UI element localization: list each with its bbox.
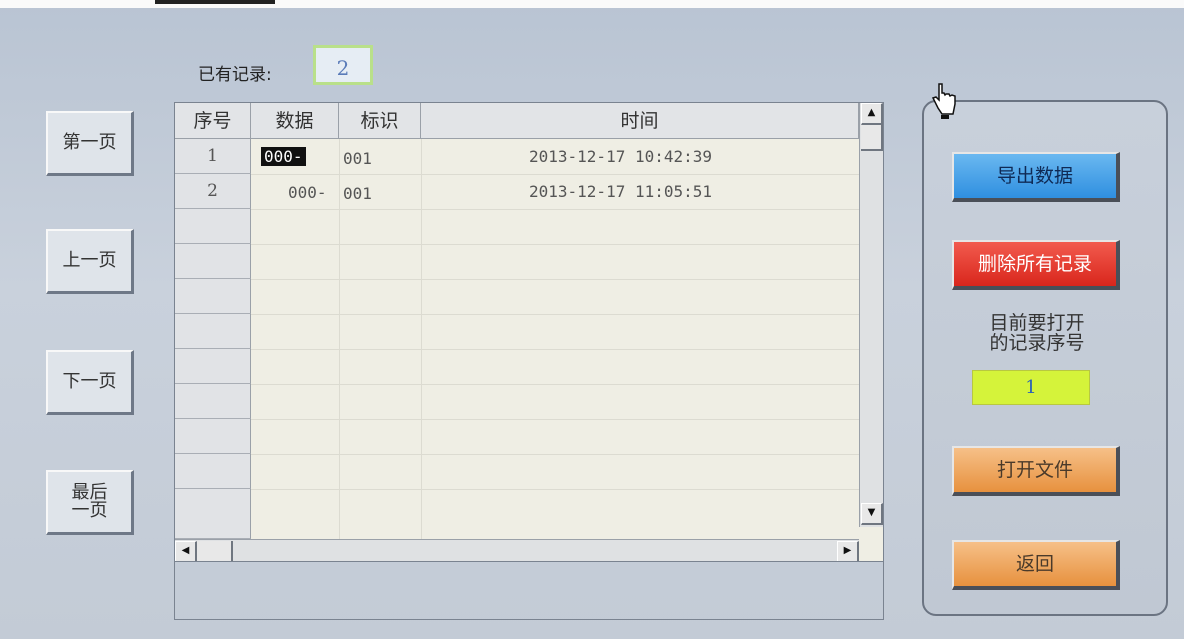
row-number-empty — [175, 314, 251, 349]
horizontal-scroll-thumb[interactable] — [197, 541, 233, 561]
grid-line — [251, 244, 859, 245]
delete-all-records-button[interactable]: 删除所有记录 — [952, 240, 1120, 290]
prev-page-button[interactable]: 上一页 — [46, 229, 134, 294]
horizontal-scrollbar[interactable] — [175, 539, 859, 561]
cell-flag-row2[interactable]: 001 — [343, 184, 372, 203]
row-number-empty — [175, 384, 251, 419]
row-number-empty — [175, 279, 251, 314]
records-table[interactable]: 序号 数据 标识 时间 1 2 000- 001 2013-12-17 10:4… — [174, 102, 884, 562]
grid-line — [251, 314, 859, 315]
row-number-empty — [175, 244, 251, 279]
hand-pointer-icon — [931, 83, 956, 119]
next-page-button[interactable]: 下一页 — [46, 350, 134, 415]
first-page-button[interactable]: 第一页 — [46, 111, 134, 176]
export-data-button[interactable]: 导出数据 — [952, 152, 1120, 202]
grid-line — [251, 209, 859, 210]
triangle-down-icon[interactable]: ▼ — [861, 503, 883, 525]
open-index-input[interactable]: 1 — [972, 370, 1090, 405]
row-number-empty — [175, 349, 251, 384]
cell-flag-row1[interactable]: 001 — [343, 149, 372, 168]
triangle-left-icon[interactable]: ◀ — [175, 541, 197, 561]
column-header-flag[interactable]: 标识 — [339, 103, 421, 139]
cell-data-row2[interactable]: 000- — [288, 183, 327, 202]
cell-time-row2[interactable]: 2013-12-17 11:05:51 — [529, 182, 712, 201]
cell-data-row1[interactable]: 000- — [261, 147, 306, 166]
table-footer-strip — [174, 562, 884, 620]
back-button[interactable]: 返回 — [952, 540, 1120, 590]
vertical-scrollbar[interactable] — [859, 103, 883, 527]
grid-line — [251, 279, 859, 280]
grid-line — [251, 349, 859, 350]
last-page-button[interactable]: 最后 一页 — [46, 470, 134, 535]
grid-line — [251, 419, 859, 420]
row-number-empty — [175, 419, 251, 454]
vertical-scroll-thumb[interactable] — [861, 125, 883, 151]
triangle-right-icon[interactable]: ▶ — [837, 541, 859, 561]
grid-line — [251, 384, 859, 385]
top-edge — [0, 0, 1184, 8]
column-line — [421, 139, 422, 561]
row-number-empty — [175, 209, 251, 244]
grid-line — [251, 489, 859, 490]
row-number-empty — [175, 454, 251, 489]
top-dark-strip — [155, 0, 275, 4]
open-index-label: 目前要打开 的记录序号 — [950, 313, 1124, 353]
triangle-up-icon[interactable]: ▲ — [861, 103, 883, 125]
open-index-label-line2: 的记录序号 — [989, 332, 1085, 354]
grid-line — [251, 454, 859, 455]
record-count-value: 2 — [313, 45, 373, 85]
cell-time-row1[interactable]: 2013-12-17 10:42:39 — [529, 147, 712, 166]
last-page-label-line2: 一页 — [71, 500, 108, 521]
open-file-button[interactable]: 打开文件 — [952, 446, 1120, 496]
grid-line — [251, 174, 859, 175]
record-count-label: 已有记录: — [198, 65, 272, 85]
column-header-data[interactable]: 数据 — [251, 103, 339, 139]
row-number-2[interactable]: 2 — [175, 174, 251, 209]
column-header-time[interactable]: 时间 — [421, 103, 859, 139]
row-number-1[interactable]: 1 — [175, 139, 251, 174]
open-index-label-line1: 目前要打开 — [989, 312, 1085, 334]
column-header-seq[interactable]: 序号 — [175, 103, 251, 139]
row-number-empty — [175, 489, 251, 539]
column-line — [339, 139, 340, 561]
